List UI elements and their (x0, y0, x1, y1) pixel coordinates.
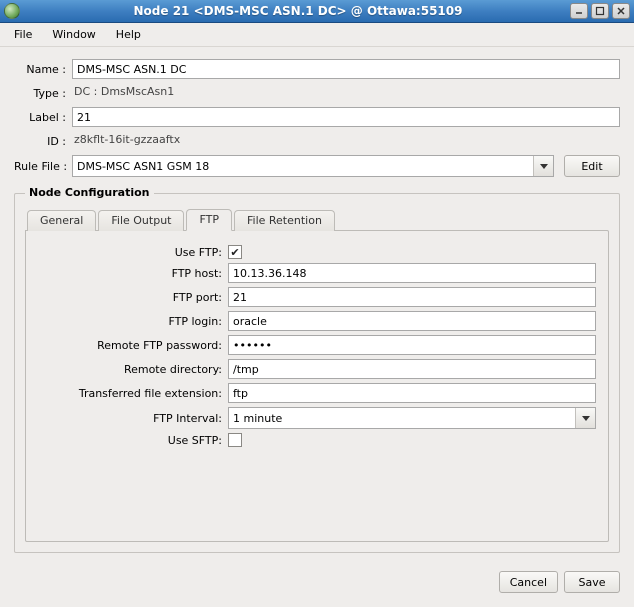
row-ext: Transferred file extension: (38, 383, 596, 403)
tabs: General File Output FTP File Retention (25, 208, 609, 230)
tab-file-output[interactable]: File Output (98, 210, 184, 231)
menu-help[interactable]: Help (108, 25, 149, 44)
titlebar: Node 21 <DMS-MSC ASN.1 DC> @ Ottawa:5510… (0, 0, 634, 23)
ftp-password-input[interactable] (228, 335, 596, 355)
tab-general[interactable]: General (27, 210, 96, 231)
menu-window[interactable]: Window (44, 25, 103, 44)
rule-file-value: DMS-MSC ASN1 GSM 18 (77, 160, 209, 173)
use-ftp-checkbox[interactable] (228, 245, 242, 259)
ftp-port-label: FTP port: (38, 291, 228, 304)
row-use-ftp: Use FTP: (38, 245, 596, 259)
save-button[interactable]: Save (564, 571, 620, 593)
rule-file-label: Rule File : (14, 160, 72, 173)
chevron-down-icon (533, 156, 553, 176)
use-sftp-checkbox[interactable] (228, 433, 242, 447)
ext-input[interactable] (228, 383, 596, 403)
window-buttons (570, 3, 630, 19)
window-title: Node 21 <DMS-MSC ASN.1 DC> @ Ottawa:5510… (26, 4, 570, 18)
use-sftp-label: Use SFTP: (38, 434, 228, 447)
label-label: Label : (14, 111, 72, 124)
row-ftp-password: Remote FTP password: (38, 335, 596, 355)
menubar: File Window Help (0, 23, 634, 47)
minimize-icon (574, 6, 584, 16)
tab-file-retention[interactable]: File Retention (234, 210, 335, 231)
type-value: DC : DmsMscAsn1 (72, 83, 620, 103)
row-name: Name : (14, 59, 620, 79)
remote-dir-label: Remote directory: (38, 363, 228, 376)
menu-file[interactable]: File (6, 25, 40, 44)
row-rule-file: Rule File : DMS-MSC ASN1 GSM 18 Edit (14, 155, 620, 177)
id-label: ID : (14, 135, 72, 148)
row-id: ID : z8kflt-16it-gzzaaftx (14, 131, 620, 151)
id-value: z8kflt-16it-gzzaaftx (72, 131, 620, 151)
interval-value: 1 minute (233, 412, 282, 425)
ftp-host-label: FTP host: (38, 267, 228, 280)
row-type: Type : DC : DmsMscAsn1 (14, 83, 620, 103)
ftp-login-input[interactable] (228, 311, 596, 331)
interval-select[interactable]: 1 minute (228, 407, 596, 429)
name-label: Name : (14, 63, 72, 76)
close-button[interactable] (612, 3, 630, 19)
row-interval: FTP Interval: 1 minute (38, 407, 596, 429)
interval-label: FTP Interval: (38, 412, 228, 425)
maximize-button[interactable] (591, 3, 609, 19)
tab-ftp[interactable]: FTP (186, 209, 232, 231)
label-input[interactable] (72, 107, 620, 127)
row-use-sftp: Use SFTP: (38, 433, 596, 447)
window-body: File Window Help Name : Type : DC : DmsM… (0, 23, 634, 607)
row-ftp-login: FTP login: (38, 311, 596, 331)
maximize-icon (595, 6, 605, 16)
ftp-port-input[interactable] (228, 287, 596, 307)
fieldset-legend: Node Configuration (25, 186, 154, 199)
rule-file-select[interactable]: DMS-MSC ASN1 GSM 18 (72, 155, 554, 177)
chevron-down-icon (575, 408, 595, 428)
row-label: Label : (14, 107, 620, 127)
content: Name : Type : DC : DmsMscAsn1 Label : ID… (0, 47, 634, 561)
close-icon (616, 6, 626, 16)
remote-dir-input[interactable] (228, 359, 596, 379)
edit-button[interactable]: Edit (564, 155, 620, 177)
node-configuration-fieldset: Node Configuration General File Output F… (14, 193, 620, 553)
ext-label: Transferred file extension: (38, 387, 228, 400)
type-label: Type : (14, 87, 72, 100)
row-ftp-host: FTP host: (38, 263, 596, 283)
row-ftp-port: FTP port: (38, 287, 596, 307)
use-ftp-label: Use FTP: (38, 246, 228, 259)
cancel-button[interactable]: Cancel (499, 571, 558, 593)
ftp-host-input[interactable] (228, 263, 596, 283)
tab-panel-ftp: Use FTP: FTP host: FTP port: FTP login: (25, 230, 609, 542)
app-icon (4, 3, 20, 19)
minimize-button[interactable] (570, 3, 588, 19)
button-bar: Cancel Save (0, 561, 634, 607)
name-input[interactable] (72, 59, 620, 79)
ftp-password-label: Remote FTP password: (38, 339, 228, 352)
ftp-login-label: FTP login: (38, 315, 228, 328)
row-remote-dir: Remote directory: (38, 359, 596, 379)
